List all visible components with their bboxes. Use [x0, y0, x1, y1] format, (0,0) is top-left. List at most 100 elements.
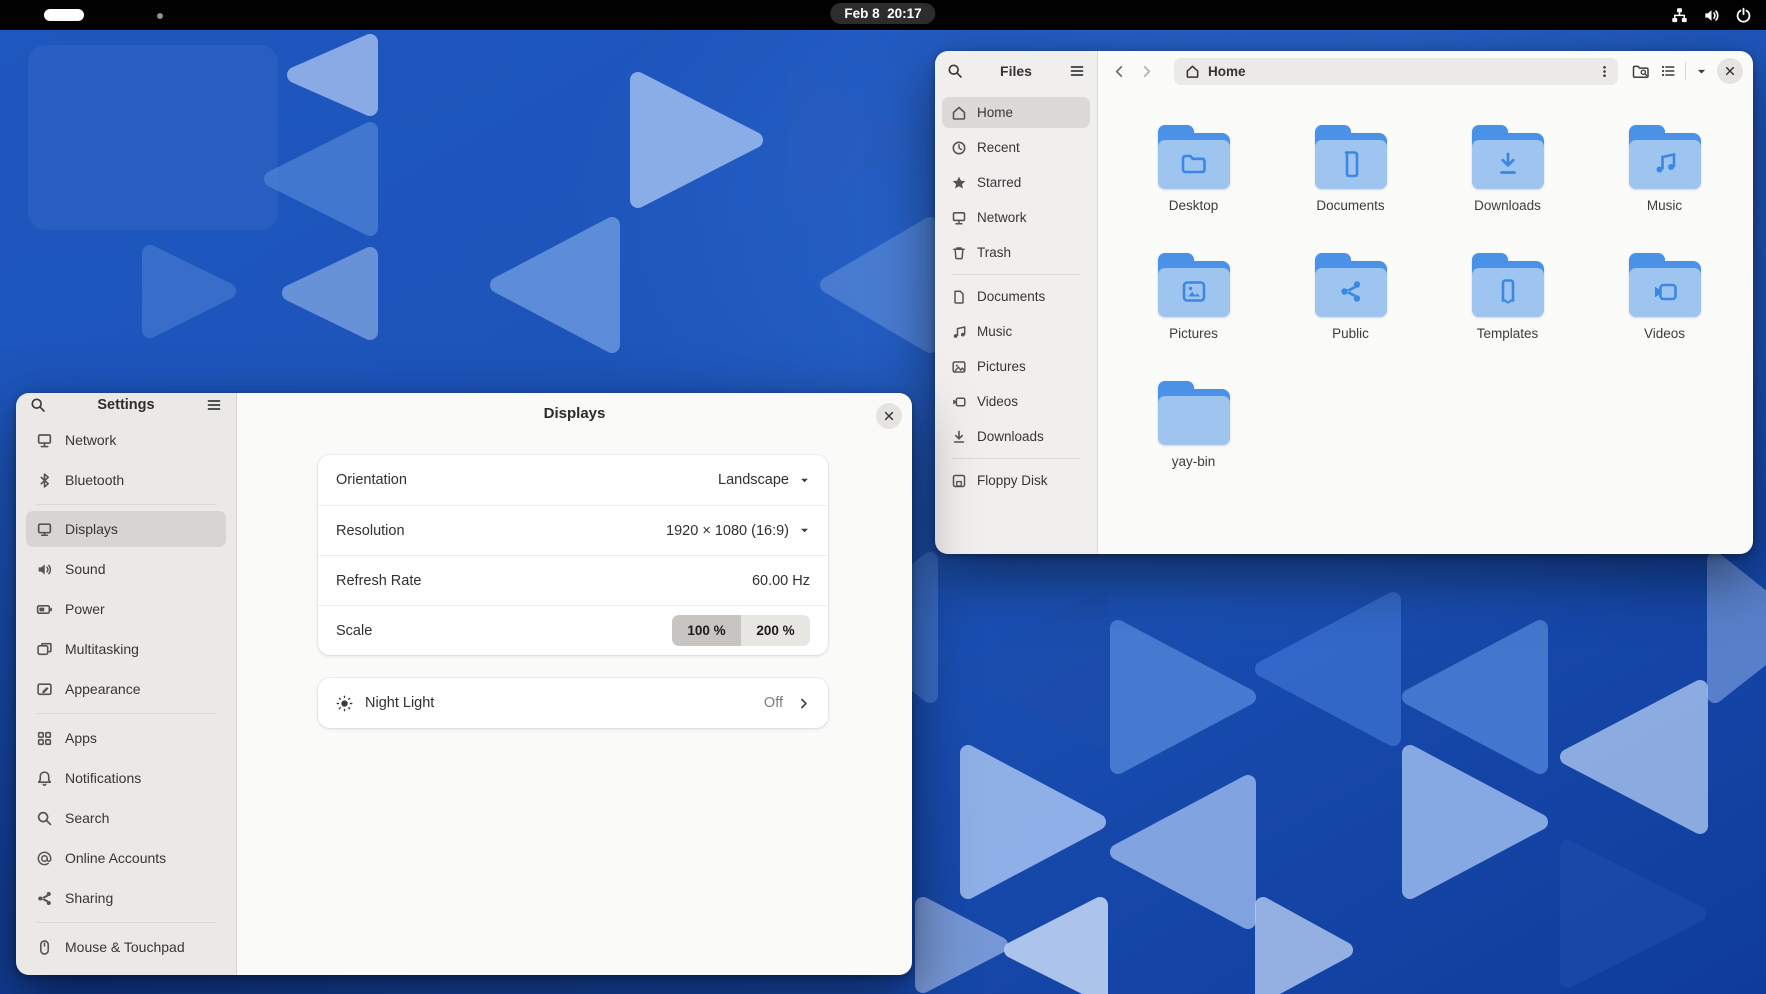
- sidebar-item-home[interactable]: Home: [942, 97, 1090, 128]
- sidebar-separator: [36, 713, 216, 714]
- sidebar-item-label: Displays: [65, 521, 118, 537]
- chevron-down-icon: [799, 475, 810, 486]
- kebab-menu-icon[interactable]: [1597, 64, 1612, 79]
- sidebar-item-bluetooth[interactable]: Bluetooth: [26, 462, 226, 498]
- folder-icon: [1157, 249, 1231, 321]
- files-window-title: Files: [963, 63, 1069, 79]
- desktop: Feb 8 20:17: [0, 0, 1766, 994]
- sidebar-item-starred[interactable]: Starred: [942, 167, 1090, 198]
- folder-icon: [1157, 377, 1231, 449]
- sidebar-item-notifications[interactable]: Notifications: [26, 760, 226, 796]
- view-dropdown-icon[interactable]: [1695, 65, 1708, 78]
- sidebar-item-label: Mouse & Touchpad: [65, 939, 185, 955]
- settings-window: Settings Network Bluetooth Displays: [16, 393, 912, 975]
- night-light-row[interactable]: Night Light Off: [318, 678, 828, 728]
- close-icon[interactable]: [1717, 58, 1743, 84]
- sidebar-item-documents[interactable]: Documents: [942, 281, 1090, 312]
- system-tray[interactable]: [1671, 0, 1752, 30]
- mouse-icon: [36, 939, 53, 956]
- star-icon: [951, 175, 967, 191]
- sidebar-item-downloads[interactable]: Downloads: [942, 421, 1090, 452]
- hamburger-menu-icon[interactable]: [1069, 63, 1085, 79]
- folder-item-downloads[interactable]: Downloads: [1429, 121, 1586, 249]
- folder-name: Videos: [1644, 326, 1685, 341]
- sidebar-item-search[interactable]: Search: [26, 800, 226, 836]
- folder-item-music[interactable]: Music: [1586, 121, 1743, 249]
- folder-icon: [1628, 249, 1702, 321]
- sidebar-item-label: Network: [65, 432, 116, 448]
- apps-grid-icon: [36, 730, 53, 747]
- breadcrumb[interactable]: Home: [1174, 58, 1618, 85]
- folder-search-icon[interactable]: [1632, 63, 1651, 80]
- sidebar-item-network[interactable]: Network: [942, 202, 1090, 233]
- sidebar-item-label: Online Accounts: [65, 850, 166, 866]
- power-icon: [1735, 7, 1752, 24]
- workspace-indicator-dot[interactable]: [157, 13, 163, 19]
- power-battery-icon: [36, 601, 53, 618]
- folder-item-pictures[interactable]: Pictures: [1115, 249, 1272, 377]
- sidebar-item-sound[interactable]: Sound: [26, 551, 226, 587]
- scale-100-button[interactable]: 100 %: [672, 615, 741, 646]
- clock-button[interactable]: Feb 8 20:17: [830, 3, 935, 24]
- sidebar-item-appearance[interactable]: Appearance: [26, 671, 226, 707]
- download-icon: [951, 429, 967, 445]
- sidebar-item-recent[interactable]: Recent: [942, 132, 1090, 163]
- folder-item-public[interactable]: Public: [1272, 249, 1429, 377]
- display-settings-card: Orientation Landscape Resolution 1920 × …: [318, 455, 828, 655]
- sidebar-item-sharing[interactable]: Sharing: [26, 880, 226, 916]
- forward-icon[interactable]: [1139, 64, 1154, 79]
- clock-icon: [951, 140, 967, 156]
- sidebar-item-network[interactable]: Network: [26, 422, 226, 458]
- files-sidebar-header: Files: [935, 51, 1097, 91]
- sidebar-item-label: Apps: [65, 730, 97, 746]
- sidebar-item-displays[interactable]: Displays: [26, 511, 226, 547]
- files-icon-grid: Desktop Documents: [1098, 91, 1753, 554]
- orientation-row[interactable]: Orientation Landscape: [318, 455, 828, 505]
- share-icon: [36, 890, 53, 907]
- displays-panel: Displays Orientation Landscape Resolutio…: [237, 393, 912, 975]
- scale-200-button[interactable]: 200 %: [741, 615, 810, 646]
- sidebar-item-online-accounts[interactable]: Online Accounts: [26, 840, 226, 876]
- sidebar-item-apps[interactable]: Apps: [26, 720, 226, 756]
- resolution-row[interactable]: Resolution 1920 × 1080 (16:9): [318, 505, 828, 555]
- multitasking-icon: [36, 641, 53, 658]
- folder-name: Documents: [1316, 198, 1384, 213]
- settings-sidebar: Settings Network Bluetooth Displays: [16, 393, 237, 975]
- list-view-icon[interactable]: [1660, 63, 1676, 79]
- sidebar-item-floppy-disk[interactable]: Floppy Disk: [942, 465, 1090, 496]
- workspace-indicator-pill[interactable]: [44, 9, 84, 21]
- displays-panel-header: Displays: [237, 393, 912, 439]
- sidebar-separator: [36, 922, 216, 923]
- sidebar-item-mouse-touchpad[interactable]: Mouse & Touchpad: [26, 929, 226, 965]
- sidebar-item-videos[interactable]: Videos: [942, 386, 1090, 417]
- folder-item-yay-bin[interactable]: yay-bin: [1115, 377, 1272, 505]
- refresh-rate-value: 60.00 Hz: [752, 573, 810, 589]
- sidebar-item-power[interactable]: Power: [26, 591, 226, 627]
- hamburger-menu-icon[interactable]: [206, 397, 222, 413]
- folder-item-documents[interactable]: Documents: [1272, 121, 1429, 249]
- displays-icon: [36, 521, 53, 538]
- sidebar-item-multitasking[interactable]: Multitasking: [26, 631, 226, 667]
- night-light-card: Night Light Off: [318, 678, 828, 728]
- sidebar-item-label: Bluetooth: [65, 472, 124, 488]
- bell-icon: [36, 770, 53, 787]
- refresh-rate-label: Refresh Rate: [336, 573, 752, 589]
- search-icon[interactable]: [947, 63, 963, 79]
- bluetooth-icon: [36, 472, 53, 489]
- at-icon: [36, 850, 53, 867]
- settings-window-title: Settings: [46, 397, 206, 413]
- sidebar-item-music[interactable]: Music: [942, 316, 1090, 347]
- trash-icon: [951, 245, 967, 261]
- files-sidebar-list: Home Recent Starred Network Trash: [935, 91, 1097, 506]
- close-icon[interactable]: [876, 403, 902, 429]
- folder-item-videos[interactable]: Videos: [1586, 249, 1743, 377]
- sidebar-item-pictures[interactable]: Pictures: [942, 351, 1090, 382]
- folder-name: yay-bin: [1172, 454, 1216, 469]
- back-icon[interactable]: [1112, 64, 1127, 79]
- folder-icon: [1471, 121, 1545, 193]
- files-header-actions: [1632, 58, 1743, 84]
- folder-item-templates[interactable]: Templates: [1429, 249, 1586, 377]
- sidebar-item-trash[interactable]: Trash: [942, 237, 1090, 268]
- search-icon[interactable]: [30, 397, 46, 413]
- folder-item-desktop[interactable]: Desktop: [1115, 121, 1272, 249]
